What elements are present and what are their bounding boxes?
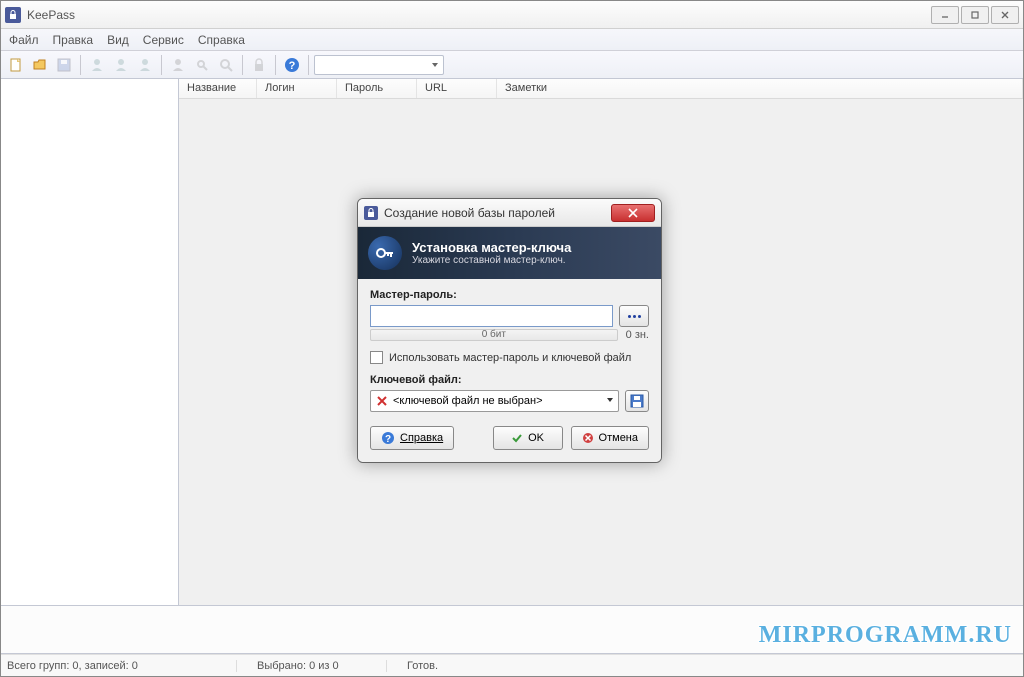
toolbar-separator <box>161 55 162 75</box>
dialog-body: Мастер-пароль: 0 бит 0 зн. Использовать … <box>358 279 661 462</box>
banner-title: Установка мастер-ключа <box>412 240 571 255</box>
help-icon: ? <box>381 431 395 445</box>
dialog-banner: Установка мастер-ключа Укажите составной… <box>358 227 661 279</box>
menu-view[interactable]: Вид <box>107 33 129 47</box>
menu-edit[interactable]: Правка <box>53 33 94 47</box>
password-strength-bar: 0 бит <box>370 329 618 341</box>
toolbar-separator <box>275 55 276 75</box>
password-bits: 0 бит <box>371 329 617 340</box>
menubar: Файл Правка Вид Сервис Справка <box>1 29 1023 51</box>
use-keyfile-checkbox[interactable] <box>370 351 383 364</box>
master-password-label: Мастер-пароль: <box>370 289 649 301</box>
delete-entry-button[interactable] <box>134 54 156 76</box>
edit-entry-button[interactable] <box>110 54 132 76</box>
chevron-down-icon <box>606 395 614 407</box>
help-label: Справка <box>400 432 443 444</box>
cancel-label: Отмена <box>599 432 638 444</box>
app-icon <box>5 7 21 23</box>
check-icon <box>511 432 523 444</box>
create-db-dialog: Создание новой базы паролей Установка ма… <box>357 198 662 463</box>
menu-tools[interactable]: Сервис <box>143 33 184 47</box>
keyfile-text: <ключевой файл не выбран> <box>393 395 543 407</box>
dialog-titlebar[interactable]: Создание новой базы паролей <box>358 199 661 227</box>
statusbar: Всего групп: 0, записей: 0 Выбрано: 0 из… <box>1 654 1023 676</box>
open-file-button[interactable] <box>29 54 51 76</box>
password-chars: 0 зн. <box>626 329 649 341</box>
watermark: MIRPROGRAMM.RU <box>759 622 1012 649</box>
cancel-button[interactable]: Отмена <box>571 426 649 450</box>
svg-text:?: ? <box>385 434 391 445</box>
toolbar: ? <box>1 51 1023 79</box>
dialog-title: Создание новой базы паролей <box>384 206 611 220</box>
window-controls <box>931 6 1019 24</box>
cancel-icon <box>582 432 594 444</box>
keyfile-combo[interactable]: <ключевой файл не выбран> <box>370 390 619 412</box>
titlebar: KeePass <box>1 1 1023 29</box>
copy-password-button[interactable] <box>191 54 213 76</box>
no-keyfile-icon <box>375 394 389 408</box>
ok-button[interactable]: OK <box>493 426 563 450</box>
copy-user-button[interactable] <box>167 54 189 76</box>
maximize-button[interactable] <box>961 6 989 24</box>
dialog-close-button[interactable] <box>611 204 655 222</box>
col-password[interactable]: Пароль <box>337 79 417 98</box>
save-button[interactable] <box>53 54 75 76</box>
dialog-app-icon <box>364 206 378 220</box>
lock-button[interactable] <box>248 54 270 76</box>
save-keyfile-button[interactable] <box>625 390 649 412</box>
keyfile-label: Ключевой файл: <box>370 374 649 386</box>
menu-file[interactable]: Файл <box>9 33 39 47</box>
close-button[interactable] <box>991 6 1019 24</box>
col-login[interactable]: Логин <box>257 79 337 98</box>
help-button[interactable]: ? <box>281 54 303 76</box>
list-header: Название Логин Пароль URL Заметки <box>179 79 1023 99</box>
toolbar-separator <box>308 55 309 75</box>
master-password-input[interactable] <box>370 305 613 327</box>
window-title: KeePass <box>27 8 931 22</box>
add-entry-button[interactable] <box>86 54 108 76</box>
col-url[interactable]: URL <box>417 79 497 98</box>
use-keyfile-label: Использовать мастер-пароль и ключевой фа… <box>389 352 631 364</box>
status-ready: Готов. <box>407 660 438 672</box>
col-name[interactable]: Название <box>179 79 257 98</box>
find-button[interactable] <box>215 54 237 76</box>
toggle-password-button[interactable] <box>619 305 649 327</box>
tree-pane[interactable] <box>1 79 179 605</box>
new-file-button[interactable] <box>5 54 27 76</box>
menu-help[interactable]: Справка <box>198 33 245 47</box>
toolbar-separator <box>80 55 81 75</box>
status-selected: Выбрано: 0 из 0 <box>257 660 387 672</box>
col-notes[interactable]: Заметки <box>497 79 1023 98</box>
banner-subtitle: Укажите составной мастер-ключ. <box>412 255 571 266</box>
svg-text:?: ? <box>289 60 296 72</box>
search-combo[interactable] <box>314 55 444 75</box>
minimize-button[interactable] <box>931 6 959 24</box>
toolbar-separator <box>242 55 243 75</box>
status-groups: Всего групп: 0, записей: 0 <box>7 660 237 672</box>
ok-label: OK <box>528 432 544 444</box>
help-button[interactable]: ? Справка <box>370 426 454 450</box>
key-icon <box>368 236 402 270</box>
